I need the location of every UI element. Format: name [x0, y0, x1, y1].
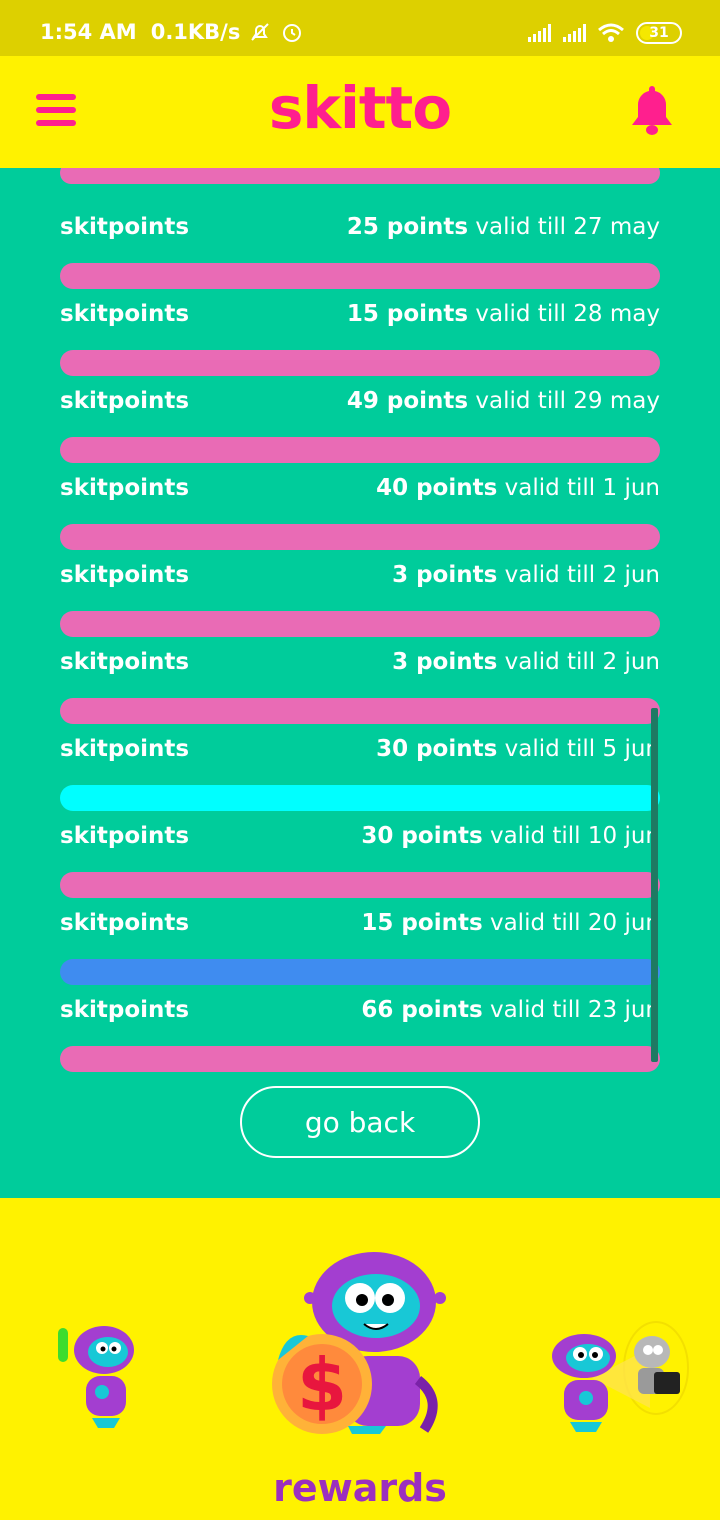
points-row: skitpoints 3 points valid till 2 jun: [60, 560, 660, 637]
points-label: skitpoints: [60, 301, 190, 327]
points-value: 66 points valid till 23 jun: [361, 997, 660, 1023]
progress-bar: [60, 785, 660, 811]
progress-bar: [60, 1046, 660, 1072]
wifi-icon: [598, 23, 624, 42]
points-value: 49 points valid till 29 may: [347, 388, 660, 414]
points-validity: valid till 28 may: [475, 301, 660, 327]
points-value: 3 points valid till 2 jun: [392, 649, 660, 675]
points-label: skitpoints: [60, 910, 190, 936]
points-amount: 15 points: [361, 910, 483, 936]
points-row: skitpoints 30 points valid till 5 jun: [60, 734, 660, 811]
points-validity: valid till 27 may: [475, 214, 660, 240]
points-row: skitpoints 40 points valid till 1 jun: [60, 473, 660, 550]
points-validity: valid till 20 jun: [489, 910, 660, 936]
points-validity: valid till 10 jun: [489, 823, 660, 849]
points-validity: valid till 29 may: [475, 388, 660, 414]
points-value: 30 points valid till 5 jun: [376, 736, 660, 762]
points-validity: valid till 2 jun: [504, 649, 660, 675]
status-bar: 1:54 AM 0.1KB/s 31: [0, 0, 720, 56]
points-amount: 15 points: [346, 301, 469, 327]
progress-bar: [60, 350, 660, 376]
points-validity: valid till 2 jun: [504, 562, 660, 588]
points-label: skitpoints: [60, 562, 190, 588]
points-row: skitpoints 49 points valid till 29 may: [60, 386, 660, 463]
status-left: 1:54 AM 0.1KB/s: [40, 20, 304, 44]
points-value: 30 points valid till 10 jun: [361, 823, 660, 849]
go-back-button[interactable]: go back: [240, 1086, 480, 1158]
robot-right-image[interactable]: [540, 1318, 690, 1438]
points-validity: valid till 1 jun: [504, 475, 660, 501]
points-amount: 49 points: [346, 388, 469, 414]
points-value: 3 points valid till 2 jun: [392, 562, 660, 588]
points-amount: 3 points: [392, 649, 498, 675]
points-label: skitpoints: [60, 736, 190, 762]
battery-level: 31: [649, 25, 669, 41]
points-amount: 3 points: [392, 562, 498, 588]
points-label: skitpoints: [60, 823, 190, 849]
robot-center-image[interactable]: $: [268, 1250, 458, 1440]
points-label: skitpoints: [60, 649, 190, 675]
points-row: skitpoints 66 points valid till 23 jun: [60, 995, 660, 1072]
points-amount: 25 points: [346, 214, 469, 240]
points-validity: valid till 5 jun: [504, 736, 660, 762]
status-speed: 0.1KB/s: [150, 20, 241, 44]
points-amount: 30 points: [376, 736, 498, 762]
points-row: skitpoints 3 points valid till 2 jun: [60, 647, 660, 724]
points-value: 40 points valid till 1 jun: [376, 475, 660, 501]
points-row: skitpoints 15 points valid till 20 jun: [60, 908, 660, 985]
points-value: 25 points valid till 27 may: [347, 214, 660, 240]
points-label: skitpoints: [60, 214, 190, 240]
progress-bar: [60, 437, 660, 463]
bell-icon[interactable]: [630, 84, 674, 136]
points-row: skitpoints 30 points valid till 10 jun: [60, 821, 660, 898]
progress-bar: [60, 168, 660, 184]
progress-bar: [60, 263, 660, 289]
progress-bar: [60, 698, 660, 724]
app-header: skitto: [0, 56, 720, 168]
points-label: skitpoints: [60, 997, 190, 1023]
progress-bar: [60, 959, 660, 985]
points-list[interactable]: skitpoints 25 points valid till 27 may ski…: [0, 168, 720, 1198]
status-time: 1:54 AM: [40, 20, 137, 44]
points-amount: 66 points: [361, 997, 483, 1023]
progress-bar: [60, 524, 660, 550]
points-amount: 30 points: [361, 823, 483, 849]
app-logo: skitto: [268, 74, 452, 142]
points-label: skitpoints: [60, 388, 190, 414]
mute-icon: [251, 23, 270, 41]
robot-left-image[interactable]: [52, 1318, 152, 1438]
points-value: 15 points valid till 20 jun: [361, 910, 660, 936]
svg-text:$: $: [297, 1343, 347, 1427]
progress-bar: [60, 872, 660, 898]
battery-icon: 31: [636, 22, 682, 44]
points-validity: valid till 23 jun: [489, 997, 660, 1023]
progress-bar: [60, 611, 660, 637]
points-value: 15 points valid till 28 may: [347, 301, 660, 327]
points-label: skitpoints: [60, 475, 190, 501]
signal-icon: [528, 24, 551, 42]
signal-icon: [563, 24, 586, 42]
points-row: skitpoints 25 points valid till 27 may: [60, 212, 660, 289]
points-amount: 40 points: [376, 475, 498, 501]
alarm-icon: [283, 24, 302, 42]
scrollbar[interactable]: [651, 708, 658, 1062]
points-row: skitpoints 15 points valid till 28 may: [60, 299, 660, 376]
status-right: 31: [528, 22, 682, 44]
carousel-label: rewards: [273, 1466, 447, 1510]
